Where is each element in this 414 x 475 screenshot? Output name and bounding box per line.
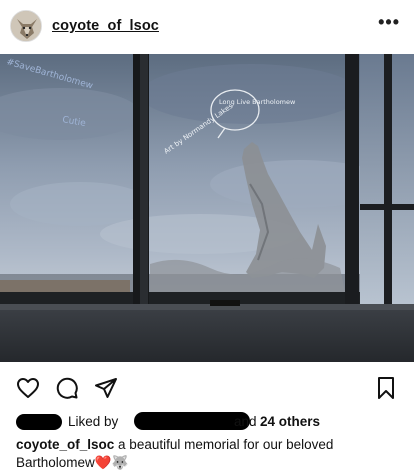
post-photo[interactable]: Long Live Bartholomew Art by Normandy La… (0, 54, 414, 362)
caption-emojis: ❤️🐺 (94, 455, 129, 470)
liked-by-label: Liked by (68, 414, 119, 429)
paper-plane-icon[interactable] (94, 376, 118, 400)
post-actions (0, 362, 414, 412)
post-caption: coyote_of_lsoc a beautiful memorial for … (16, 436, 406, 472)
post-username[interactable]: coyote_of_lsoc (52, 18, 159, 34)
coyote-avatar-image (11, 11, 41, 41)
avatar[interactable] (10, 10, 42, 42)
heart-outline-icon[interactable] (16, 376, 40, 400)
likes-line[interactable]: Liked by and 24 others (16, 412, 406, 432)
caption-username[interactable]: coyote_of_lsoc (16, 437, 114, 452)
redacted-avatar (16, 414, 62, 430)
likes-and-label: and (234, 414, 257, 429)
bookmark-icon[interactable] (374, 376, 398, 400)
likes-count[interactable]: 24 others (260, 414, 320, 429)
coyote-window-art-photo: Long Live Bartholomew Art by Normandy La… (0, 54, 414, 362)
redacted-username (134, 412, 250, 430)
post-header: coyote_of_lsoc ••• (0, 0, 414, 54)
comment-bubble-icon[interactable] (55, 376, 79, 400)
more-options-icon[interactable]: ••• (378, 12, 400, 33)
